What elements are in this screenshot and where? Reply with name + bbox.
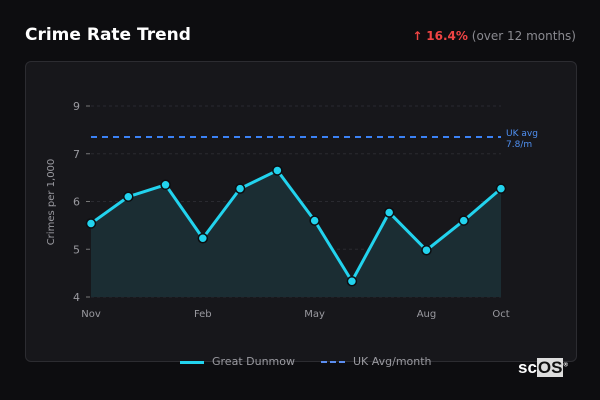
x-tick-label: Aug: [417, 309, 437, 320]
y-tick-label: 6: [73, 196, 80, 209]
data-point: [272, 165, 283, 176]
legend-label: UK Avg/month: [352, 355, 432, 368]
y-tick-label: 9: [73, 100, 80, 113]
x-tick-label: May: [304, 309, 325, 320]
data-point: [197, 233, 209, 244]
data-point: [160, 179, 171, 191]
data-point: [383, 207, 395, 218]
y-tick-label: 7: [73, 148, 80, 161]
data-point: [309, 215, 320, 226]
legend-item-great-dunmow[interactable]: Great Dunmow: [180, 355, 295, 368]
y-axis-label: Crimes per 1,000: [46, 159, 57, 246]
scos-logo: scOS®: [518, 358, 568, 377]
legend-item-uk-avg[interactable]: UK Avg/month: [320, 355, 432, 368]
legend-label: Great Dunmow: [212, 355, 295, 368]
x-tick-label: Nov: [81, 309, 101, 320]
data-point: [85, 218, 97, 229]
x-tick-label: Feb: [194, 309, 212, 320]
y-tick-label: 5: [73, 243, 80, 256]
legend: Great Dunmow UK Avg/month: [180, 355, 432, 368]
line-chart: 4 5 6 7 9 Nov Feb May Aug Oct Crimes per 1,000 UK a…: [46, 100, 538, 320]
data-point: [458, 215, 469, 226]
data-point: [123, 191, 134, 202]
x-tick-label: Oct: [492, 309, 509, 320]
data-point: [234, 183, 246, 194]
data-point: [421, 244, 432, 256]
y-tick-label: 4: [73, 291, 80, 304]
uk-avg-value: 7.8/m: [506, 140, 532, 150]
data-point: [346, 275, 358, 287]
data-point: [495, 183, 507, 194]
uk-avg-label: UK avg: [506, 129, 538, 139]
